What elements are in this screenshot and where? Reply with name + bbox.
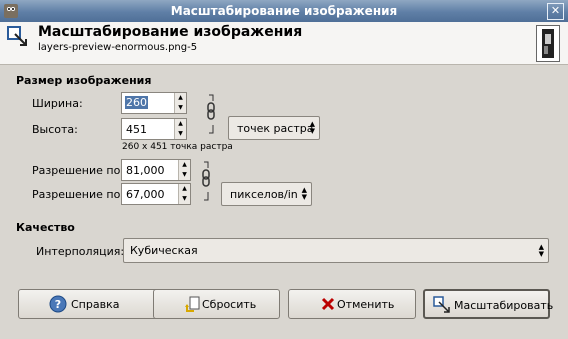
chain-link-icon[interactable] [206, 93, 216, 135]
dialog-header: Масштабирование изображения layers-previ… [0, 22, 568, 65]
height-spinbox[interactable]: ▲▼ [121, 118, 187, 140]
resolution-y-input[interactable] [122, 184, 180, 204]
close-icon: ✕ [550, 4, 561, 17]
size-info-text: 260 x 451 точка растра [122, 142, 233, 152]
interpolation-label: Интерполяция: [36, 245, 125, 258]
scale-icon [433, 296, 450, 313]
title-bar: Масштабирование изображения ✕ [0, 0, 568, 22]
help-icon: ? [49, 295, 67, 313]
window-title: Масштабирование изображения [170, 4, 398, 18]
height-label: Высота: [32, 123, 78, 136]
width-selected-text: 260 [125, 96, 148, 109]
layer-preview-thumbnail [536, 25, 560, 62]
resolution-x-label: Разрешение по X: [32, 164, 136, 177]
scale-button[interactable]: Масштабировать [423, 289, 554, 319]
resolution-chain-link-icon[interactable] [201, 160, 211, 202]
size-unit-value: точек растра [237, 122, 314, 135]
resolution-unit-value: пикселов/in [230, 188, 298, 201]
reset-button-label: Сбросить [202, 298, 257, 311]
size-unit-select[interactable]: точек растра ▲ ▼ [228, 116, 320, 140]
help-button[interactable]: ? Справка [18, 289, 162, 319]
cancel-button-label: Отменить [337, 298, 395, 311]
height-stepper[interactable]: ▲ ▼ [174, 119, 186, 139]
interpolation-value: Кубическая [130, 244, 198, 257]
header-title: Масштабирование изображения [38, 24, 303, 40]
reset-icon [185, 296, 200, 312]
quality-heading: Качество [16, 221, 75, 234]
height-input[interactable] [122, 119, 176, 139]
cancel-button[interactable]: Отменить [288, 289, 416, 319]
scale-image-icon [7, 26, 27, 46]
scale-button-label: Масштабировать [454, 299, 554, 312]
help-button-label: Справка [71, 298, 120, 311]
resolution-x-stepper[interactable]: ▲ ▼ [178, 160, 190, 180]
resolution-x-input[interactable] [122, 160, 180, 180]
width-label: Ширина: [32, 97, 83, 110]
header-subtitle: layers-preview-enormous.png-5 [38, 42, 198, 53]
resolution-unit-select[interactable]: пикселов/in ▲ ▼ [221, 182, 312, 206]
cancel-icon [321, 297, 335, 311]
image-size-heading: Размер изображения [16, 74, 152, 87]
width-spinbox[interactable]: 260 ▲ ▼ [121, 92, 187, 114]
resolution-x-spinbox[interactable]: ▲▼ [121, 159, 191, 181]
select-arrows-icon: ▲ ▼ [301, 186, 307, 201]
width-stepper[interactable]: ▲ ▼ [174, 93, 186, 113]
resolution-y-stepper[interactable]: ▲ ▼ [178, 184, 190, 204]
interpolation-select[interactable]: Кубическая ▲ ▼ [123, 238, 549, 263]
select-arrows-icon: ▲ ▼ [309, 120, 315, 135]
reset-button[interactable]: Сбросить [153, 289, 280, 319]
resolution-y-label: Разрешение по Y: [32, 188, 133, 201]
gimp-app-icon [4, 4, 18, 18]
resolution-y-spinbox[interactable]: ▲▼ [121, 183, 191, 205]
svg-text:?: ? [55, 298, 61, 311]
select-arrows-icon: ▲ ▼ [538, 243, 544, 258]
close-button[interactable]: ✕ [547, 3, 564, 20]
